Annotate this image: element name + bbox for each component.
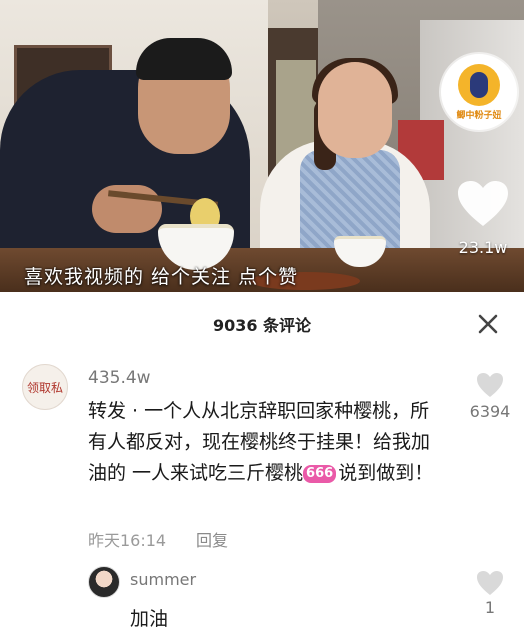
comment-username[interactable]: 435.4w — [88, 368, 151, 388]
comment-text: 转发 · 一个人从北京辞职回家种樱桃，所有人都反对，现在樱桃终于挂果！给我加油的… — [88, 396, 448, 489]
reply-like-heart-icon[interactable] — [476, 570, 504, 596]
video-player[interactable]: 鲫中粉子妞 23.1w 喜欢我视频的 给个关注 点个赞 — [0, 0, 524, 292]
channel-avatar[interactable]: 鲫中粉子妞 — [441, 54, 517, 130]
video-like-heart-icon[interactable] — [457, 180, 509, 228]
man-hair — [136, 38, 232, 80]
comment-like-count: 6394 — [469, 402, 511, 421]
comments-count-title: 9036 条评论 — [212, 316, 312, 335]
close-icon[interactable] — [474, 310, 502, 338]
reply-text: 加油 — [130, 608, 169, 630]
woman-head — [318, 62, 392, 158]
avatar[interactable] — [88, 566, 120, 598]
channel-badge-text: 鲫中粉子妞 — [456, 110, 502, 121]
video-like-count: 23.1w — [458, 238, 508, 257]
comment-like-heart-icon[interactable] — [476, 372, 504, 398]
comments-sheet: 9036 条评论 领取私 435.4w 转发 · 一个人从北京辞职回家种樱桃，所… — [0, 292, 524, 635]
avatar[interactable]: 领取私 — [22, 364, 68, 410]
avatar-text: 领取私 — [26, 380, 63, 395]
comment-timestamp: 昨天16:14 — [88, 531, 167, 550]
emoji-666-icon: 666 — [303, 465, 337, 483]
video-caption: 喜欢我视频的 给个关注 点个赞 — [24, 266, 299, 288]
channel-logo-icon — [458, 63, 500, 106]
reply-button[interactable]: 回复 — [196, 527, 228, 551]
reply-username[interactable]: summer — [130, 570, 196, 589]
reply-like-count: 1 — [484, 598, 496, 617]
comment-text-end: 说到做到！ — [338, 462, 434, 484]
